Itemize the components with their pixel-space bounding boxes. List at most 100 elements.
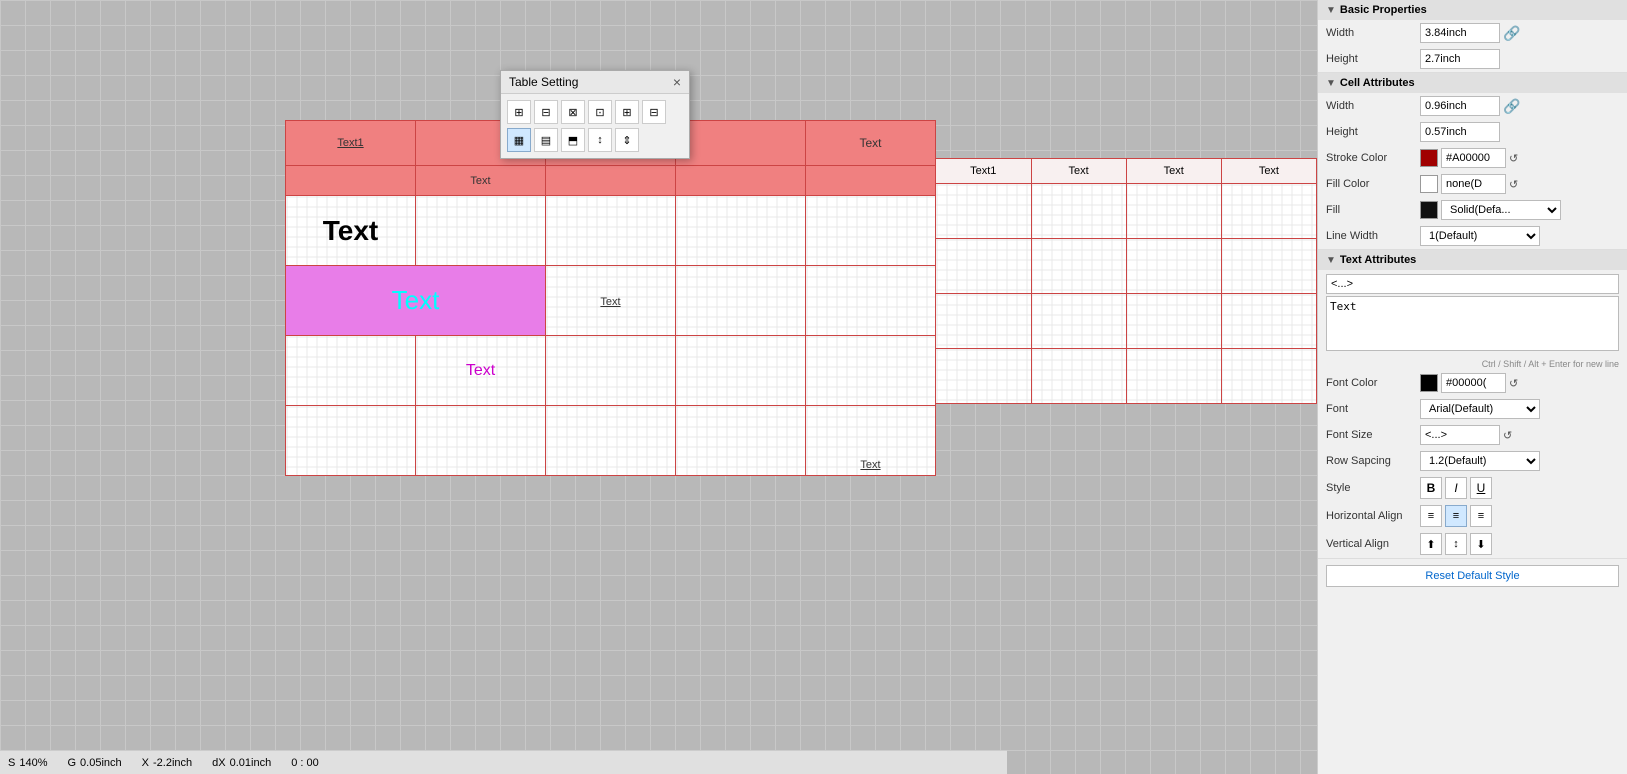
fill-color-input[interactable]: [1441, 174, 1506, 194]
table-cell-r4c4[interactable]: [676, 336, 806, 406]
table-cell-r5c3[interactable]: [546, 406, 676, 476]
sec-r1c1[interactable]: [936, 184, 1032, 239]
table-cell-r2c4[interactable]: [676, 196, 806, 266]
table-cell-r4c1[interactable]: [286, 336, 416, 406]
table-cell-r4c3[interactable]: [546, 336, 676, 406]
font-color-input[interactable]: [1441, 373, 1506, 393]
text-textarea[interactable]: Text: [1326, 296, 1619, 351]
align-right-button[interactable]: ≡: [1470, 505, 1492, 527]
table-icon-6[interactable]: ⊟: [642, 100, 666, 124]
table-icon-8[interactable]: ▤: [534, 128, 558, 152]
text-attributes-header[interactable]: ▼ Text Attributes: [1318, 250, 1627, 270]
table-icon-3[interactable]: ⊠: [561, 100, 585, 124]
cell-width-input[interactable]: [1420, 96, 1500, 116]
fill-color-refresh-icon[interactable]: ↺: [1509, 178, 1518, 191]
table-cell-s2[interactable]: Text: [416, 166, 546, 196]
table-cell-r5c4[interactable]: [676, 406, 806, 476]
sec-r1c4[interactable]: [1221, 184, 1316, 239]
sec-r1c2[interactable]: [1031, 184, 1126, 239]
italic-button[interactable]: I: [1445, 477, 1467, 499]
table-icon-11[interactable]: ⇕: [615, 128, 639, 152]
sec-h1[interactable]: Text1: [936, 159, 1032, 184]
width-input[interactable]: [1420, 23, 1500, 43]
font-color-refresh-icon[interactable]: ↺: [1509, 377, 1518, 390]
cell-attributes-header[interactable]: ▼ Cell Attributes: [1318, 73, 1627, 93]
table-icon-10[interactable]: ↕: [588, 128, 612, 152]
sec-r2c1[interactable]: [936, 239, 1032, 294]
dialog-close-button[interactable]: ×: [673, 75, 681, 89]
valign-bottom-button[interactable]: ⬇: [1470, 533, 1492, 555]
sec-r2c4[interactable]: [1221, 239, 1316, 294]
sec-h4[interactable]: Text: [1221, 159, 1316, 184]
fill-color-swatch[interactable]: [1420, 175, 1438, 193]
table-cell-r2c2[interactable]: [416, 196, 546, 266]
sec-h3[interactable]: Text: [1126, 159, 1221, 184]
table-cell-r2c3[interactable]: [546, 196, 676, 266]
font-row: Font Arial(Default): [1318, 396, 1627, 422]
sec-r2c2[interactable]: [1031, 239, 1126, 294]
sec-r3c3[interactable]: [1126, 294, 1221, 349]
font-color-swatch[interactable]: [1420, 374, 1438, 392]
align-center-button[interactable]: ≡: [1445, 505, 1467, 527]
table-cell-r2c1[interactable]: Text: [286, 196, 416, 266]
table-cell-r2c5[interactable]: [806, 196, 936, 266]
cell-height-input[interactable]: [1420, 122, 1500, 142]
table-cell-r4c2[interactable]: Text: [416, 336, 546, 406]
table-cell-r5c5[interactable]: Text: [806, 406, 936, 476]
table-cell-h5[interactable]: Text: [806, 121, 936, 166]
secondary-table[interactable]: Text1 Text Text Text: [935, 158, 1317, 404]
stroke-color-swatch[interactable]: [1420, 149, 1438, 167]
sec-r4c2[interactable]: [1031, 349, 1126, 404]
table-cell-r3c3[interactable]: Text: [546, 266, 676, 336]
sec-r3c2[interactable]: [1031, 294, 1126, 349]
table-cell-r5c1[interactable]: [286, 406, 416, 476]
text-placeholder-input[interactable]: [1326, 274, 1619, 294]
sec-r4c4[interactable]: [1221, 349, 1316, 404]
sec-r4c1[interactable]: [936, 349, 1032, 404]
sec-r1c3[interactable]: [1126, 184, 1221, 239]
table-cell-r3c4[interactable]: [676, 266, 806, 336]
font-size-input[interactable]: [1420, 425, 1500, 445]
table-cell-s1[interactable]: [286, 166, 416, 196]
fill-select[interactable]: Solid(Defa...: [1441, 200, 1561, 220]
link-icon[interactable]: 🔗: [1503, 25, 1520, 42]
table-cell-h4[interactable]: [676, 121, 806, 166]
valign-top-button[interactable]: ⬆: [1420, 533, 1442, 555]
font-size-refresh-icon[interactable]: ↺: [1503, 429, 1512, 442]
basic-properties-header[interactable]: ▼ Basic Properties: [1318, 0, 1627, 20]
table-cell-r4c5[interactable]: [806, 336, 936, 406]
table-cell-s3[interactable]: [546, 166, 676, 196]
table-cell-r3-merged[interactable]: Text: [286, 266, 546, 336]
font-color-label: Font Color: [1326, 377, 1416, 389]
table-cell-r5c2[interactable]: [416, 406, 546, 476]
stroke-refresh-icon[interactable]: ↺: [1509, 152, 1518, 165]
table-cell-r3c5[interactable]: [806, 266, 936, 336]
reset-default-style-button[interactable]: Reset Default Style: [1326, 565, 1619, 587]
table-icon-2[interactable]: ⊟: [534, 100, 558, 124]
table-icon-5[interactable]: ⊞: [615, 100, 639, 124]
status-dx-value: 0.01inch: [230, 757, 272, 769]
sec-r4c3[interactable]: [1126, 349, 1221, 404]
stroke-color-input[interactable]: [1441, 148, 1506, 168]
height-input[interactable]: [1420, 49, 1500, 69]
sec-h2[interactable]: Text: [1031, 159, 1126, 184]
line-width-select[interactable]: 1(Default): [1420, 226, 1540, 246]
font-select[interactable]: Arial(Default): [1420, 399, 1540, 419]
table-icon-4[interactable]: ⊡: [588, 100, 612, 124]
cell-link-icon[interactable]: 🔗: [1503, 98, 1520, 115]
underline-button[interactable]: U: [1470, 477, 1492, 499]
sec-r3c1[interactable]: [936, 294, 1032, 349]
sec-r2c3[interactable]: [1126, 239, 1221, 294]
bold-button[interactable]: B: [1420, 477, 1442, 499]
table-icon-9[interactable]: ⬒: [561, 128, 585, 152]
table-cell-s4[interactable]: [676, 166, 806, 196]
table-icon-1[interactable]: ⊞: [507, 100, 531, 124]
main-table[interactable]: Text1 Text Text Text Text Te: [285, 120, 936, 476]
row-spacing-select[interactable]: 1.2(Default): [1420, 451, 1540, 471]
table-cell-h1[interactable]: Text1: [286, 121, 416, 166]
sec-r3c4[interactable]: [1221, 294, 1316, 349]
table-icon-7[interactable]: ▦: [507, 128, 531, 152]
valign-middle-button[interactable]: ↕: [1445, 533, 1467, 555]
align-left-button[interactable]: ≡: [1420, 505, 1442, 527]
table-cell-s5[interactable]: [806, 166, 936, 196]
